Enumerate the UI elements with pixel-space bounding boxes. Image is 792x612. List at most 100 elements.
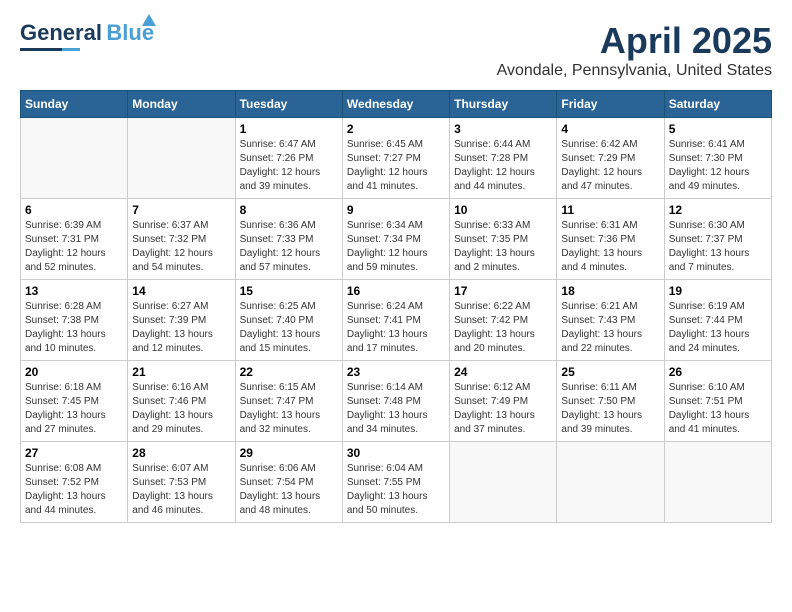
day-info: Sunrise: 6:45 AMSunset: 7:27 PMDaylight:…: [347, 138, 445, 194]
day-number: 14: [132, 284, 230, 298]
calendar-cell: 21 Sunrise: 6:16 AMSunset: 7:46 PMDayligh…: [128, 361, 235, 442]
day-info: Sunrise: 6:07 AMSunset: 7:53 PMDaylight:…: [132, 462, 230, 518]
day-info: Sunrise: 6:15 AMSunset: 7:47 PMDaylight:…: [240, 381, 338, 437]
calendar-cell: 9 Sunrise: 6:34 AMSunset: 7:34 PMDaylight…: [342, 199, 449, 280]
day-info: Sunrise: 6:27 AMSunset: 7:39 PMDaylight:…: [132, 300, 230, 356]
calendar-cell: 14 Sunrise: 6:27 AMSunset: 7:39 PMDayligh…: [128, 280, 235, 361]
day-info: Sunrise: 6:30 AMSunset: 7:37 PMDaylight:…: [669, 219, 767, 275]
calendar-cell: 7 Sunrise: 6:37 AMSunset: 7:32 PMDaylight…: [128, 199, 235, 280]
calendar-cell: 10 Sunrise: 6:33 AMSunset: 7:35 PMDayligh…: [450, 199, 557, 280]
weekday-header-thursday: Thursday: [450, 91, 557, 118]
calendar-cell: 20 Sunrise: 6:18 AMSunset: 7:45 PMDayligh…: [21, 361, 128, 442]
calendar-cell: [664, 442, 771, 523]
calendar-cell: 22Sunrise: 6:15 AMSunset: 7:47 PMDayligh…: [235, 361, 342, 442]
calendar-cell: 6Sunrise: 6:39 AMSunset: 7:31 PMDaylight…: [21, 199, 128, 280]
day-number: 8: [240, 203, 338, 217]
day-number: 20: [25, 365, 123, 379]
day-info: Sunrise: 6:04 AMSunset: 7:55 PMDaylight:…: [347, 462, 445, 518]
day-info: Sunrise: 6:19 AMSunset: 7:44 PMDaylight:…: [669, 300, 767, 356]
day-number: 25: [561, 365, 659, 379]
day-number: 29: [240, 446, 338, 460]
title-section: April 2025 Avondale, Pennsylvania, Unite…: [497, 20, 772, 80]
day-number: 11: [561, 203, 659, 217]
day-info: Sunrise: 6:10 AMSunset: 7:51 PMDaylight:…: [669, 381, 767, 437]
day-info: Sunrise: 6:37 AMSunset: 7:32 PMDaylight:…: [132, 219, 230, 275]
day-number: 15: [240, 284, 338, 298]
day-info: Sunrise: 6:14 AMSunset: 7:48 PMDaylight:…: [347, 381, 445, 437]
day-info: Sunrise: 6:42 AMSunset: 7:29 PMDaylight:…: [561, 138, 659, 194]
calendar-week-1: 1Sunrise: 6:47 AMSunset: 7:26 PMDaylight…: [21, 118, 772, 199]
calendar-cell: 2Sunrise: 6:45 AMSunset: 7:27 PMDaylight…: [342, 118, 449, 199]
calendar-cell: 15 Sunrise: 6:25 AMSunset: 7:40 PMDayligh…: [235, 280, 342, 361]
calendar-week-5: 27Sunrise: 6:08 AMSunset: 7:52 PMDayligh…: [21, 442, 772, 523]
day-number: 10: [454, 203, 552, 217]
day-number: 28: [132, 446, 230, 460]
day-number: 26: [669, 365, 767, 379]
weekday-header-friday: Friday: [557, 91, 664, 118]
calendar-cell: 11Sunrise: 6:31 AMSunset: 7:36 PMDayligh…: [557, 199, 664, 280]
calendar-cell: 13 Sunrise: 6:28 AMSunset: 7:38 PMDayligh…: [21, 280, 128, 361]
calendar-cell: [128, 118, 235, 199]
day-number: 19: [669, 284, 767, 298]
day-number: 21: [132, 365, 230, 379]
day-number: 30: [347, 446, 445, 460]
day-number: 9: [347, 203, 445, 217]
day-number: 23: [347, 365, 445, 379]
day-info: Sunrise: 6:24 AMSunset: 7:41 PMDaylight:…: [347, 300, 445, 356]
day-info: Sunrise: 6:25 AMSunset: 7:40 PMDaylight:…: [240, 300, 338, 356]
calendar-cell: 28 Sunrise: 6:07 AMSunset: 7:53 PMDayligh…: [128, 442, 235, 523]
day-info: Sunrise: 6:18 AMSunset: 7:45 PMDaylight:…: [25, 381, 123, 437]
calendar-cell: 1Sunrise: 6:47 AMSunset: 7:26 PMDaylight…: [235, 118, 342, 199]
day-info: Sunrise: 6:36 AMSunset: 7:33 PMDaylight:…: [240, 219, 338, 275]
day-number: 4: [561, 122, 659, 136]
day-info: Sunrise: 6:28 AMSunset: 7:38 PMDaylight:…: [25, 300, 123, 356]
weekday-header-tuesday: Tuesday: [235, 91, 342, 118]
logo-underline: [20, 48, 80, 51]
calendar-cell: 26 Sunrise: 6:10 AMSunset: 7:51 PMDayligh…: [664, 361, 771, 442]
weekday-header-wednesday: Wednesday: [342, 91, 449, 118]
calendar-cell: 24 Sunrise: 6:12 AMSunset: 7:49 PMDayligh…: [450, 361, 557, 442]
calendar-week-2: 6Sunrise: 6:39 AMSunset: 7:31 PMDaylight…: [21, 199, 772, 280]
weekday-header-saturday: Saturday: [664, 91, 771, 118]
weekday-header-monday: Monday: [128, 91, 235, 118]
day-info: Sunrise: 6:22 AMSunset: 7:42 PMDaylight:…: [454, 300, 552, 356]
day-number: 17: [454, 284, 552, 298]
day-info: Sunrise: 6:16 AMSunset: 7:46 PMDaylight:…: [132, 381, 230, 437]
calendar-cell: 29 Sunrise: 6:06 AMSunset: 7:54 PMDayligh…: [235, 442, 342, 523]
weekday-header-row: SundayMondayTuesdayWednesdayThursdayFrid…: [21, 91, 772, 118]
calendar-cell: 3 Sunrise: 6:44 AMSunset: 7:28 PMDaylight…: [450, 118, 557, 199]
calendar-cell: [557, 442, 664, 523]
day-number: 24: [454, 365, 552, 379]
calendar-cell: 19 Sunrise: 6:19 AMSunset: 7:44 PMDayligh…: [664, 280, 771, 361]
calendar-cell: 18 Sunrise: 6:21 AMSunset: 7:43 PMDayligh…: [557, 280, 664, 361]
month-title: April 2025: [497, 20, 772, 62]
day-info: Sunrise: 6:47 AMSunset: 7:26 PMDaylight:…: [240, 138, 338, 194]
day-number: 3: [454, 122, 552, 136]
day-info: Sunrise: 6:06 AMSunset: 7:54 PMDaylight:…: [240, 462, 338, 518]
day-info: Sunrise: 6:44 AMSunset: 7:28 PMDaylight:…: [454, 138, 552, 194]
calendar-cell: 27Sunrise: 6:08 AMSunset: 7:52 PMDayligh…: [21, 442, 128, 523]
day-number: 27: [25, 446, 123, 460]
calendar-cell: 25 Sunrise: 6:11 AMSunset: 7:50 PMDayligh…: [557, 361, 664, 442]
calendar-cell: [21, 118, 128, 199]
day-number: 13: [25, 284, 123, 298]
day-info: Sunrise: 6:33 AMSunset: 7:35 PMDaylight:…: [454, 219, 552, 275]
calendar-cell: 8 Sunrise: 6:36 AMSunset: 7:33 PMDaylight…: [235, 199, 342, 280]
day-info: Sunrise: 6:11 AMSunset: 7:50 PMDaylight:…: [561, 381, 659, 437]
calendar-table: SundayMondayTuesdayWednesdayThursdayFrid…: [20, 90, 772, 523]
day-info: Sunrise: 6:21 AMSunset: 7:43 PMDaylight:…: [561, 300, 659, 356]
calendar-cell: 16 Sunrise: 6:24 AMSunset: 7:41 PMDayligh…: [342, 280, 449, 361]
page-header: General Blue April 2025 Avondale, Pennsy…: [20, 20, 772, 80]
day-info: Sunrise: 6:39 AMSunset: 7:31 PMDaylight:…: [25, 219, 123, 275]
day-number: 18: [561, 284, 659, 298]
calendar-cell: 17 Sunrise: 6:22 AMSunset: 7:42 PMDayligh…: [450, 280, 557, 361]
day-info: Sunrise: 6:12 AMSunset: 7:49 PMDaylight:…: [454, 381, 552, 437]
location-text: Avondale, Pennsylvania, United States: [497, 62, 772, 80]
calendar-week-3: 13 Sunrise: 6:28 AMSunset: 7:38 PMDayligh…: [21, 280, 772, 361]
day-info: Sunrise: 6:34 AMSunset: 7:34 PMDaylight:…: [347, 219, 445, 275]
day-number: 7: [132, 203, 230, 217]
day-number: 16: [347, 284, 445, 298]
calendar-cell: 12Sunrise: 6:30 AMSunset: 7:37 PMDayligh…: [664, 199, 771, 280]
calendar-cell: 23 Sunrise: 6:14 AMSunset: 7:48 PMDayligh…: [342, 361, 449, 442]
day-number: 5: [669, 122, 767, 136]
